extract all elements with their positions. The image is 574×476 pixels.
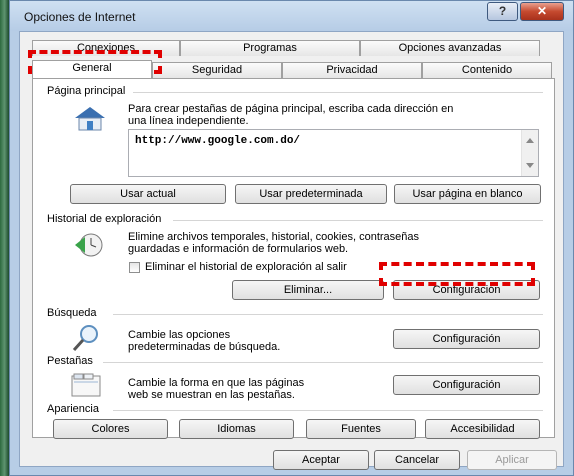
delete-on-exit-checkbox[interactable]: [129, 262, 140, 273]
tabs-window-icon: [71, 373, 101, 397]
window-title: Opciones de Internet: [24, 10, 136, 24]
tabs-desc-line1: Cambie la forma en que las páginas: [128, 377, 305, 389]
tabs-divider: [103, 362, 543, 363]
history-divider: [173, 220, 543, 221]
tabs-description: Cambie la forma en que las páginas web s…: [128, 377, 304, 401]
tab-opciones-avanzadas[interactable]: Opciones avanzadas: [360, 40, 540, 56]
tab-contenido[interactable]: Contenido: [422, 62, 552, 78]
use-blank-button[interactable]: Usar página en blanco: [394, 184, 541, 204]
cancel-button[interactable]: Cancelar: [374, 450, 460, 470]
magnifier-icon: [72, 325, 98, 352]
home-section-title: Página principal: [47, 85, 126, 97]
dialog-body: Conexiones Programas Opciones avanzadas …: [19, 31, 564, 470]
delete-history-button[interactable]: Eliminar...: [232, 280, 384, 300]
internet-options-window: Opciones de Internet ? ✕ Conexiones Prog…: [9, 0, 574, 476]
apply-button[interactable]: Aplicar: [467, 450, 557, 470]
tab-conexiones[interactable]: Conexiones: [32, 40, 180, 56]
tab-privacidad[interactable]: Privacidad: [282, 62, 422, 78]
search-description: Cambie las opciones predeterminadas de b…: [128, 329, 280, 353]
home-description: Para crear pestañas de página principal,…: [128, 103, 453, 127]
history-description: Elimine archivos temporales, historial, …: [128, 231, 419, 255]
fonts-button[interactable]: Fuentes: [306, 419, 416, 439]
history-settings-button[interactable]: Configuración: [393, 280, 540, 300]
colors-button[interactable]: Colores: [53, 419, 168, 439]
home-url-scrollbar[interactable]: [521, 130, 538, 176]
use-current-button[interactable]: Usar actual: [70, 184, 226, 204]
use-default-button[interactable]: Usar predeterminada: [235, 184, 387, 204]
delete-on-exit-label: Eliminar el historial de exploración al …: [145, 261, 347, 273]
tab-programas[interactable]: Programas: [180, 40, 360, 56]
search-settings-button[interactable]: Configuración: [393, 329, 540, 349]
search-desc-line1: Cambie las opciones: [128, 329, 231, 341]
help-button[interactable]: ?: [487, 2, 518, 21]
background-desktop-strip: [0, 0, 9, 476]
tab-general[interactable]: General: [32, 60, 152, 78]
title-bar: Opciones de Internet ? ✕: [10, 1, 573, 31]
home-divider: [133, 92, 543, 93]
search-section-title: Búsqueda: [47, 307, 97, 319]
search-divider: [113, 314, 543, 315]
tabs-desc-line2: web se muestran en las pestañas.: [128, 389, 295, 401]
tab-seguridad[interactable]: Seguridad: [152, 62, 282, 78]
appearance-divider: [113, 410, 543, 411]
ok-button[interactable]: Aceptar: [273, 450, 369, 470]
history-section-title: Historial de exploración: [47, 213, 162, 225]
home-url-textarea[interactable]: http://www.google.com.do/: [128, 129, 539, 177]
languages-button[interactable]: Idiomas: [179, 419, 294, 439]
history-clock-icon: [75, 233, 103, 257]
general-panel: Página principal Para crear pestañas de …: [32, 78, 555, 439]
tabs-section-title: Pestañas: [47, 355, 93, 367]
close-button[interactable]: ✕: [520, 2, 564, 21]
home-desc-line2: una línea independiente.: [128, 115, 249, 127]
search-desc-line2: predeterminadas de búsqueda.: [128, 341, 281, 353]
appearance-section-title: Apariencia: [47, 403, 99, 415]
home-url-value: http://www.google.com.do/: [135, 135, 301, 147]
scroll-arrows-icon: [526, 138, 534, 168]
history-desc-line1: Elimine archivos temporales, historial, …: [128, 231, 420, 243]
home-desc-line1: Para crear pestañas de página principal,…: [128, 103, 454, 115]
accessibility-button[interactable]: Accesibilidad: [425, 419, 540, 439]
history-desc-line2: guardadas e información de formularios w…: [128, 243, 349, 255]
tabs-settings-button[interactable]: Configuración: [393, 375, 540, 395]
house-icon: [75, 107, 105, 131]
